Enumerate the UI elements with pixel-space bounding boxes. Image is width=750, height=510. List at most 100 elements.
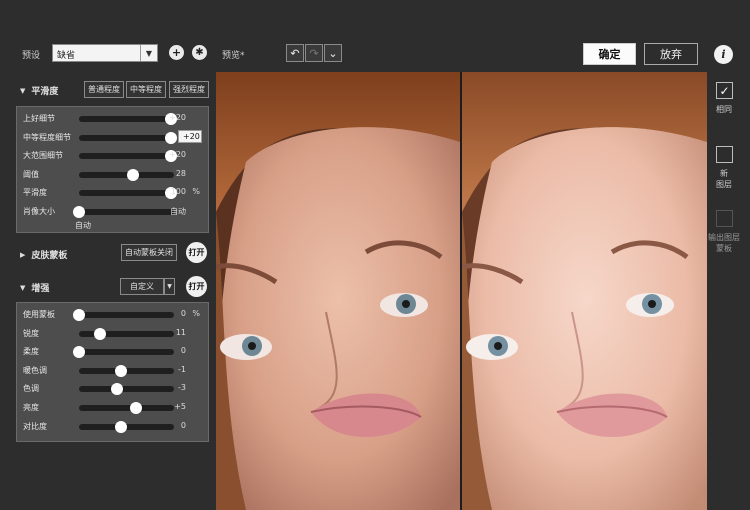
collapse-triangle-icon: ▶	[20, 250, 26, 259]
slider-track[interactable]	[79, 168, 174, 181]
slider-value: 28	[175, 168, 186, 178]
before-preview-image[interactable]	[216, 72, 460, 510]
slider-label: 阈值	[23, 169, 39, 179]
expand-triangle-icon: ▼	[20, 86, 26, 95]
slider-track[interactable]	[73, 205, 174, 218]
info-button[interactable]: i	[714, 45, 733, 64]
slider-track[interactable]	[79, 187, 178, 199]
redo-icon: ↷	[309, 46, 319, 60]
slider-row: 对比度 0	[17, 420, 208, 434]
slider-track[interactable]	[73, 346, 174, 359]
slider-label: 大范围细节	[23, 151, 63, 160]
slider-track[interactable]	[79, 113, 178, 125]
ok-button[interactable]: 确定	[583, 43, 636, 65]
slider-value: +20	[169, 113, 186, 122]
slider-row: 平滑度 100%	[17, 186, 208, 200]
slider-track[interactable]	[79, 150, 178, 162]
slider-knob[interactable]	[127, 168, 140, 181]
undo-button[interactable]: ↶	[286, 44, 304, 62]
enhance-open-button[interactable]: 打开	[186, 276, 207, 297]
auto-size-text: 自动	[75, 221, 91, 230]
slider-knob[interactable]	[114, 364, 127, 377]
output-layer-mask-checkbox[interactable]	[716, 210, 733, 227]
slider-label: 暖色调	[23, 365, 47, 375]
slider-row: 中等程度细节 +20	[17, 129, 208, 145]
slider-row: 柔度 0	[17, 345, 208, 359]
preset-value: 缺省	[57, 51, 76, 61]
history-controls: ↶ ↷ ⌄	[286, 44, 343, 62]
enhance-mode-dropdown[interactable]: ▼	[164, 278, 175, 295]
new-layer-checkbox[interactable]	[716, 146, 733, 163]
slider-value: 自动	[170, 206, 186, 216]
chevron-down-icon: ▼	[167, 283, 172, 290]
slider-track[interactable]	[79, 364, 174, 377]
slider-row: 阈值 28	[17, 168, 208, 182]
slider-value: -1	[178, 364, 186, 374]
after-preview-image[interactable]	[462, 72, 707, 510]
same-layer-checkbox[interactable]: ✓	[716, 82, 733, 99]
output-layer-mask-label: 输出图层 蒙板	[708, 233, 740, 253]
skin-mask-open-button[interactable]: 打开	[186, 242, 207, 263]
slider-track[interactable]	[79, 402, 174, 414]
gear-icon: ✱	[195, 47, 204, 58]
slider-track[interactable]	[73, 309, 174, 321]
new-layer-label: 新 图层	[716, 169, 732, 189]
slider-value: -3	[178, 383, 186, 393]
preview-label: 预览*	[222, 51, 245, 61]
preset-select[interactable]: 缺省 ▼	[52, 44, 158, 62]
undo-icon: ↶	[290, 46, 300, 60]
slider-row: 亮度 +5	[17, 401, 208, 415]
slider-row: 锐度 11	[17, 327, 208, 341]
slider-track[interactable]	[79, 383, 174, 396]
slider-value: 0	[180, 309, 186, 318]
skin-mask-section-header[interactable]: ▶ 皮肤蒙板	[20, 248, 67, 262]
slider-knob[interactable]	[73, 309, 85, 321]
redo-button[interactable]: ↷	[305, 44, 323, 62]
slider-label: 中等程度细节	[23, 132, 71, 142]
enhance-mode-select[interactable]: 自定义	[120, 278, 164, 295]
slider-knob[interactable]	[114, 420, 127, 433]
slider-value: 0	[180, 420, 186, 430]
slider-row: 暖色调 -1	[17, 364, 208, 378]
slider-value: +20	[169, 150, 186, 159]
slider-row: 大范围细节 +20	[17, 149, 208, 163]
history-dropdown-button[interactable]: ⌄	[324, 44, 342, 62]
slider-row: 使用蒙板 0%	[17, 308, 208, 322]
preset-normal-button[interactable]: 普通程度	[84, 81, 124, 98]
slider-label: 对比度	[23, 421, 47, 431]
slider-row: 肖像大小 自动	[17, 205, 208, 219]
slider-track[interactable]	[79, 420, 174, 433]
enhance-section-header[interactable]: ▼ 增强	[20, 281, 49, 295]
slider-track[interactable]	[79, 327, 174, 340]
slider-label: 平滑度	[23, 188, 47, 197]
slider-knob[interactable]	[165, 131, 178, 144]
slider-label: 肖像大小	[23, 206, 55, 216]
slider-value: 100	[170, 187, 186, 196]
preset-strong-button[interactable]: 强烈程度	[169, 81, 209, 98]
add-preset-button[interactable]: +	[169, 45, 184, 60]
preset-settings-button[interactable]: ✱	[192, 45, 207, 60]
cancel-button[interactable]: 放弃	[644, 43, 698, 65]
slider-knob[interactable]	[111, 383, 123, 396]
chevron-down-icon: ▼	[140, 45, 157, 61]
slider-track[interactable]	[79, 131, 178, 144]
auto-mask-mode-button[interactable]: 自动蒙板关闭	[121, 244, 177, 261]
slider-value: 0	[180, 346, 186, 356]
slider-row: 色调 -3	[17, 382, 208, 396]
slider-knob[interactable]	[93, 327, 106, 340]
slider-label: 亮度	[23, 403, 39, 412]
same-label: 相同	[716, 105, 732, 114]
slider-value-input[interactable]: +20	[178, 129, 202, 143]
checkmark-icon: ✓	[719, 83, 730, 98]
smoothing-section-header[interactable]: ▼ 平滑度	[20, 84, 58, 98]
slider-knob[interactable]	[73, 346, 85, 359]
slider-label: 使用蒙板	[23, 310, 55, 319]
slider-knob[interactable]	[130, 402, 142, 414]
slider-label: 柔度	[23, 347, 39, 357]
slider-unit: %	[192, 187, 200, 196]
slider-label: 色调	[23, 384, 39, 394]
preset-medium-button[interactable]: 中等程度	[126, 81, 166, 98]
expand-triangle-icon: ▼	[20, 283, 26, 292]
slider-knob[interactable]	[73, 205, 85, 218]
slider-label: 上好细节	[23, 114, 55, 123]
